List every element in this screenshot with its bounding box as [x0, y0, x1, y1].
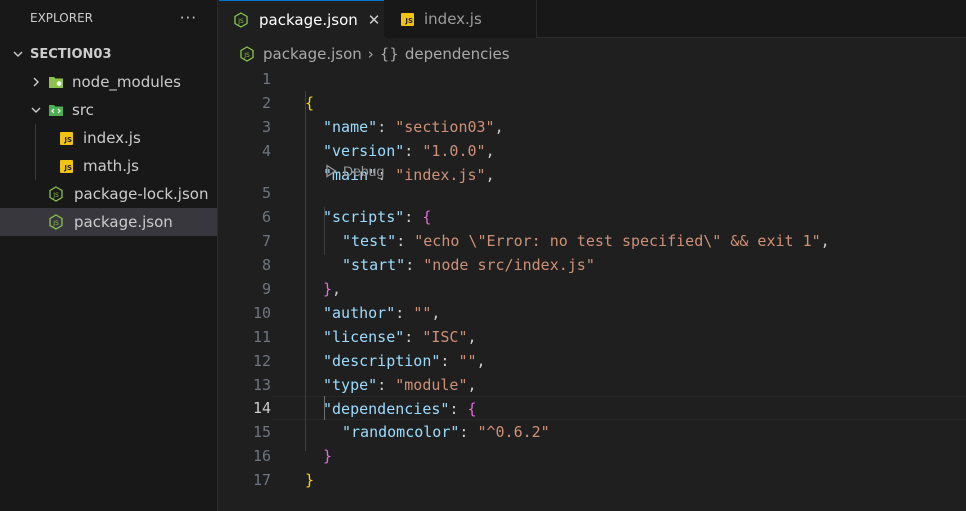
line-number: 17 — [252, 471, 271, 489]
chevron-right-icon — [28, 74, 44, 90]
tree-item-label: node_modules — [72, 73, 181, 91]
tab-index-js[interactable]: JS index.js — [385, 0, 537, 38]
tab-label: package.json — [259, 11, 358, 29]
editor-tab-bar: JS package.json ✕ JS index.js — [219, 0, 966, 39]
line-number: 16 — [252, 447, 271, 465]
line-number: 6 — [261, 208, 271, 226]
close-icon[interactable]: ✕ — [368, 11, 381, 29]
tree-item-package-lock-json[interactable]: JS package-lock.json — [0, 180, 217, 208]
tree-item-label: math.js — [83, 157, 139, 175]
nodejs-icon: JS — [48, 186, 64, 202]
explorer-title: EXPLORER — [30, 11, 93, 25]
tree-item-label: index.js — [83, 129, 141, 147]
tree-item-node-modules[interactable]: node_modules — [0, 68, 217, 96]
chevron-right-icon: › — [367, 45, 374, 63]
tree-item-label: package.json — [74, 213, 173, 231]
js-file-icon: JS — [401, 12, 414, 26]
tree-item-label: package-lock.json — [74, 185, 209, 203]
breadcrumb-file[interactable]: package.json — [263, 45, 362, 63]
breadcrumb: JS package.json › {} dependencies — [219, 40, 966, 68]
chevron-down-icon — [28, 102, 44, 118]
line-number: 8 — [261, 256, 271, 274]
line-number: 12 — [252, 352, 271, 370]
nodejs-icon: JS — [233, 12, 249, 28]
braces-icon: {} — [379, 45, 399, 63]
svg-text:JS: JS — [243, 52, 250, 59]
line-number: 2 — [261, 94, 271, 112]
line-number: 3 — [261, 118, 271, 136]
breadcrumb-symbol[interactable]: dependencies — [405, 45, 510, 63]
line-number: 7 — [261, 232, 271, 250]
line-number: 9 — [261, 280, 271, 298]
debug-codelens[interactable]: Debug — [325, 161, 384, 181]
code-editor[interactable]: 1 { 2 "name": "section03", 3 "version": … — [219, 67, 966, 511]
indent-guide — [35, 124, 36, 152]
tree-item-label: src — [72, 101, 94, 119]
line-number: 4 — [261, 142, 271, 160]
folder-root-label: SECTION03 — [30, 46, 112, 62]
nodejs-icon: JS — [48, 214, 64, 230]
tab-label: index.js — [424, 10, 482, 28]
folder-root-section03[interactable]: SECTION03 — [0, 40, 217, 68]
line-number: 13 — [252, 376, 271, 394]
tree-item-src[interactable]: src — [0, 96, 217, 124]
line-number-current: 14 — [252, 399, 271, 417]
node-folder-icon — [48, 74, 64, 90]
tab-package-json[interactable]: JS package.json ✕ — [219, 0, 384, 39]
tree-item-index-js[interactable]: JS index.js — [0, 124, 217, 152]
tree-item-package-json[interactable]: JS package.json — [0, 208, 217, 236]
src-folder-icon — [48, 102, 64, 118]
line-number: 15 — [252, 423, 271, 441]
more-actions-icon[interactable]: ··· — [180, 9, 197, 27]
play-icon — [326, 164, 337, 178]
explorer-sidebar: EXPLORER ··· SECTION03 node_modules src … — [0, 0, 218, 511]
line-number: 5 — [261, 184, 271, 202]
indent-guide — [35, 152, 36, 180]
svg-text:JS: JS — [52, 220, 59, 227]
line-number: 11 — [252, 328, 271, 346]
explorer-header: EXPLORER ··· — [0, 0, 217, 36]
js-file-icon: JS — [60, 159, 73, 173]
tree-item-math-js[interactable]: JS math.js — [0, 152, 217, 180]
chevron-down-icon — [10, 46, 26, 62]
js-file-icon: JS — [60, 131, 73, 145]
codelens-label: Debug — [343, 163, 385, 179]
line-number: 1 — [261, 70, 271, 88]
nodejs-icon: JS — [239, 46, 255, 62]
line-number: 10 — [252, 304, 271, 322]
svg-text:JS: JS — [52, 192, 59, 199]
svg-text:JS: JS — [237, 18, 244, 25]
